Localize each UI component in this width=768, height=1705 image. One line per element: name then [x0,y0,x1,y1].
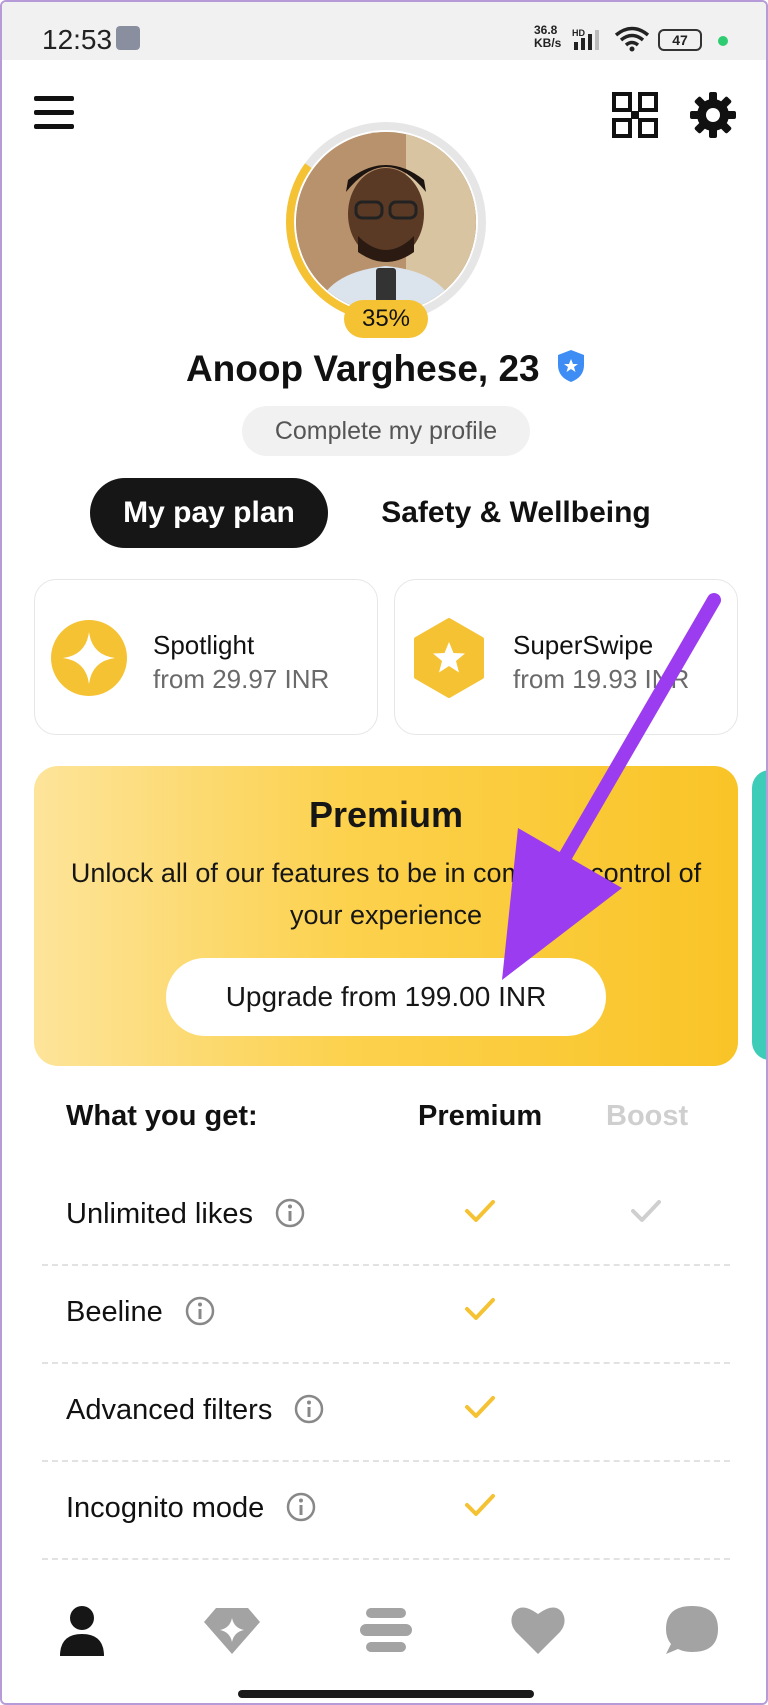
privacy-dot [718,36,728,46]
profile-name: Anoop Varghese, 23 [185,348,540,389]
gear-icon[interactable] [688,90,738,140]
feature-label: Advanced filters [66,1394,273,1426]
menu-icon [34,96,74,101]
profile-completion-badge: 35% [344,300,428,338]
wrench-icon [116,26,140,50]
boost-check-icon [631,1200,661,1222]
spotlight-title: Spotlight [153,630,255,660]
superswipe-card[interactable]: SuperSwipe from 19.93 INR [394,579,738,735]
home-indicator[interactable] [238,1690,534,1698]
premium-card[interactable]: Premium Unlock all of our features to be… [34,766,738,1066]
table-row: Unlimited likes [2,1168,766,1266]
superswipe-title: SuperSwipe [513,630,654,660]
feature-label: Beeline [66,1296,163,1328]
qr-code-icon[interactable] [612,92,658,138]
premium-title: Premium [308,794,464,835]
network-speed-unit: KB/s [534,36,562,50]
status-time: 12:53 [42,24,113,55]
table-row: Advanced filters [2,1364,766,1462]
info-icon[interactable] [185,1296,215,1326]
upgrade-button[interactable]: Upgrade from 199.00 INR [166,958,606,1036]
comparison-header-premium: Premium [418,1100,543,1132]
spotlight-card[interactable]: Spotlight from 29.97 INR [34,579,378,735]
diamond-sparkle-icon[interactable] [202,1602,262,1658]
info-icon[interactable] [275,1198,305,1228]
person-icon[interactable] [52,1602,112,1658]
tab-safety-wellbeing[interactable]: Safety & Wellbeing [366,478,666,548]
complete-profile-button[interactable]: Complete my profile [242,406,530,456]
table-row: Incognito mode [2,1462,766,1560]
info-icon[interactable] [294,1394,324,1424]
avatar [296,132,476,312]
app-screen: 12:53 36.8 KB/s HD 47 35% Anoop Varghese… [0,0,768,1705]
next-plan-card-peek[interactable] [752,770,766,1060]
feature-label: Unlimited likes [66,1198,253,1230]
heart-icon[interactable] [508,1602,568,1658]
status-bar: 12:53 36.8 KB/s HD 47 [2,2,766,60]
spotlight-price: from 29.97 INR [153,664,330,694]
premium-description: Unlock all of our features to be in comp… [70,858,702,930]
verified-shield-icon [558,350,585,382]
premium-check-icon [465,1396,495,1418]
chat-bubble-icon[interactable] [662,1602,722,1658]
info-icon[interactable] [286,1492,316,1522]
network-speed: 36.8 KB/s [534,24,561,50]
feature-label: Incognito mode [66,1492,265,1524]
signal-icon: HD [572,28,599,50]
comparison-header-feature: What you get: [66,1100,258,1132]
stack-icon[interactable] [356,1602,416,1658]
star-hexagon-icon [414,618,484,698]
profile-avatar[interactable] [284,120,488,324]
table-row: Beeline [2,1266,766,1364]
bottom-navigation [2,1582,766,1703]
profile-name-row: Anoop Varghese, 23 [2,348,766,390]
premium-check-icon [465,1200,495,1222]
comparison-header-boost: Boost [606,1100,689,1132]
wifi-icon [614,26,650,52]
menu-button[interactable] [34,96,74,130]
row-divider [42,1558,730,1560]
network-type: HD [572,28,585,38]
battery-indicator: 47 [658,29,702,51]
tab-my-pay-plan[interactable]: My pay plan [90,478,328,548]
sparkle-icon [51,620,127,696]
superswipe-price: from 19.93 INR [513,664,690,694]
premium-check-icon [465,1494,495,1516]
premium-check-icon [465,1298,495,1320]
